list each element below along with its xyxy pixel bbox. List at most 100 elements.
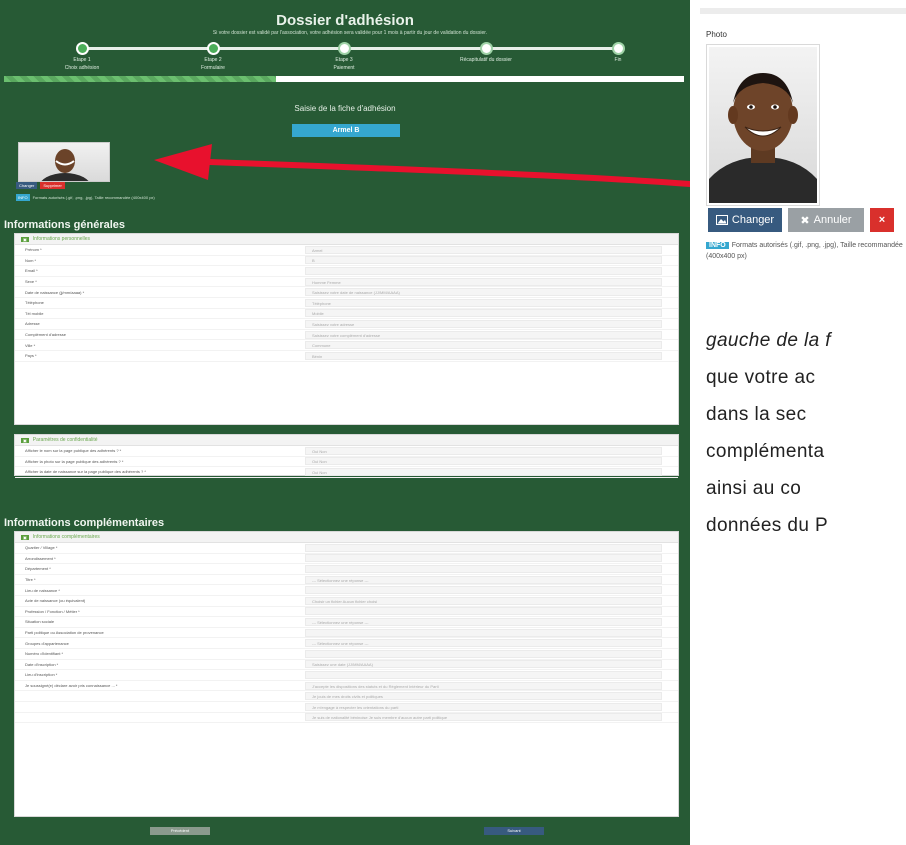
step-dot [479, 42, 493, 55]
form-row-field[interactable]: B [305, 256, 662, 265]
form-row-field[interactable]: Homme Femme [305, 277, 662, 286]
page: Dossier d'adhésion Si votre dossier est … [0, 0, 906, 845]
form-title: Dossier d'adhésion [276, 12, 414, 29]
change-photo-label: Changer [731, 214, 775, 226]
form-row-label: Sexe * [25, 279, 37, 285]
small-delete-button[interactable]: Supprimer [40, 182, 65, 189]
form-row: Email * [15, 266, 678, 277]
form-row-label: Profession / Fonction / Métier * [25, 608, 80, 614]
step-5[interactable]: Fin [568, 42, 668, 63]
form-row-label: Lieu de naissance * [25, 587, 60, 593]
step-sub: Formulaire [201, 65, 225, 71]
form-row-field[interactable]: --- Sélectionnez une réponse --- [305, 575, 662, 584]
top-divider-bar [700, 8, 906, 14]
text-line: gauche de la f [706, 330, 831, 351]
step-label: Etape 1 [73, 57, 91, 63]
form-row-field[interactable]: Saisissez votre adresse [305, 319, 662, 328]
form-row: Profession / Fonction / Métier * [15, 607, 678, 618]
form-row-label: Tél mobile [25, 310, 44, 316]
change-photo-button[interactable]: Changer [708, 208, 782, 232]
image-icon [715, 215, 728, 225]
step-4[interactable]: Récapitulatif du dossier [436, 42, 536, 63]
form-row-field[interactable]: Bénin [305, 351, 662, 360]
progress-bar [4, 76, 684, 82]
cancel-photo-label: Annuler [813, 214, 852, 226]
form-row-field[interactable]: Saisissez votre date de naissance (JJ/MM… [305, 288, 662, 297]
form-row-field[interactable]: Commune [305, 341, 662, 350]
form-row-field[interactable]: Saisissez une date (JJ/MM/AAAA) [305, 660, 662, 669]
next-button[interactable]: Suivant [484, 827, 544, 835]
form-row-field[interactable]: Saisissez votre complément d'adresse [305, 330, 662, 339]
form-row-field[interactable]: Oui Non [305, 457, 662, 466]
step-2[interactable]: Etape 2 Formulaire [163, 42, 263, 71]
form-row-field[interactable]: Mobile [305, 309, 662, 318]
panel-title: Paramètres de confidentialité [32, 437, 98, 443]
form-row: Nom * B [15, 256, 678, 267]
step-sub: Choix adhésion [64, 65, 100, 71]
form-row-field[interactable]: Oui Non [305, 467, 662, 476]
form-row-label: Groupes d'appartenance [25, 640, 69, 646]
delete-photo-button[interactable]: × [870, 208, 894, 232]
form-row: Afficher la date de naissance sur la pag… [15, 467, 678, 478]
panel-tag: ▣ [21, 236, 29, 242]
step-3[interactable]: Etape 3 Paiement [294, 42, 394, 71]
form-row-label: Afficher la photo sur la page publique d… [25, 458, 124, 464]
form-row: Département * [15, 564, 678, 575]
form-row-field[interactable]: Je m'engage à respecter les orientations… [305, 702, 662, 711]
panel-tag: ▣ [21, 437, 29, 443]
form-row-label: Pays * [25, 353, 37, 359]
form-row-label: Complément d'adresse [25, 332, 67, 338]
text-line: dans la sec [706, 404, 807, 425]
small-info-text: Formats autorisés (.gif, .png, .jpg), Ta… [32, 195, 155, 200]
form-row-field[interactable] [305, 586, 662, 595]
form-row-field[interactable]: Choisir un fichier Aucun fichier choisi [305, 596, 662, 605]
form-row: Titre * --- Sélectionnez une réponse --- [15, 575, 678, 586]
cancel-photo-button[interactable]: ✖ Annuler [788, 208, 864, 232]
form-row-field[interactable]: Oui Non [305, 446, 662, 455]
form-row-field[interactable]: Je jouis de mes droits civils et politiq… [305, 692, 662, 701]
form-row-field[interactable] [305, 266, 662, 275]
form-row: Afficher la photo sur la page publique d… [15, 457, 678, 468]
form-row-label: Acte de naissance (ou équivalent) [25, 598, 86, 604]
form-row-field[interactable]: --- Sélectionnez une réponse --- [305, 617, 662, 626]
form-row-label: Adresse [25, 321, 40, 327]
form-row: Groupes d'appartenance --- Sélectionnez u… [15, 638, 678, 649]
form-row-field[interactable] [305, 628, 662, 637]
form-subtitle: Si votre dossier est validé par l'associ… [212, 30, 488, 36]
form-row-field[interactable]: Armel [305, 245, 662, 254]
form-row-field[interactable] [305, 543, 662, 552]
step-label: Etape 3 [335, 57, 353, 63]
document-text-fragment: gauche de la f que votre ac dans la sec … [706, 322, 906, 544]
form-row-label: Téléphone [25, 300, 44, 306]
step-label: Fin [614, 57, 622, 63]
personal-info-panel: ▣ Informations personnelles Prénom * Arme… [14, 233, 679, 425]
form-row: Parti politique ou Association de proven… [15, 628, 678, 639]
form-row-field[interactable]: Téléphone [305, 298, 662, 307]
form-row-field[interactable] [305, 554, 662, 563]
form-row-label: Date d'inscription * [25, 661, 59, 667]
form-row-field[interactable]: J'accepte les dispositions des statuts e… [305, 681, 662, 690]
step-sub: Paiement [333, 65, 355, 71]
form-row-label: Arrondissement * [25, 555, 56, 561]
profile-photo-image [709, 47, 817, 203]
form-row-field[interactable] [305, 607, 662, 616]
form-row-field[interactable] [305, 649, 662, 658]
form-row: Situation sociale --- Sélectionnez une ré… [15, 617, 678, 628]
text-line: ainsi au co [706, 478, 802, 499]
form-row-label: Numéro d'identifiant * [25, 651, 64, 657]
text-line: données du P [706, 515, 829, 536]
previous-button[interactable]: Précédent [150, 827, 210, 835]
step-1[interactable]: Etape 1 Choix adhésion [32, 42, 132, 71]
close-icon: ✖ [800, 214, 810, 227]
form-row: Quartier / Village * [15, 543, 678, 554]
small-change-button[interactable]: Changer [16, 182, 38, 189]
form-row-field[interactable] [305, 670, 662, 679]
form-row: Arrondissement * [15, 554, 678, 565]
small-profile-photo [18, 142, 110, 182]
panel-header: ▣ Informations complémentaires [15, 532, 678, 543]
form-row-field[interactable]: Je suis de nationalité béninoise Je suis… [305, 713, 662, 722]
form-row-field[interactable] [305, 564, 662, 573]
step-dot [206, 42, 220, 55]
form-row: Tél mobile Mobile [15, 309, 678, 320]
form-row-field[interactable]: --- Sélectionnez une réponse --- [305, 639, 662, 648]
